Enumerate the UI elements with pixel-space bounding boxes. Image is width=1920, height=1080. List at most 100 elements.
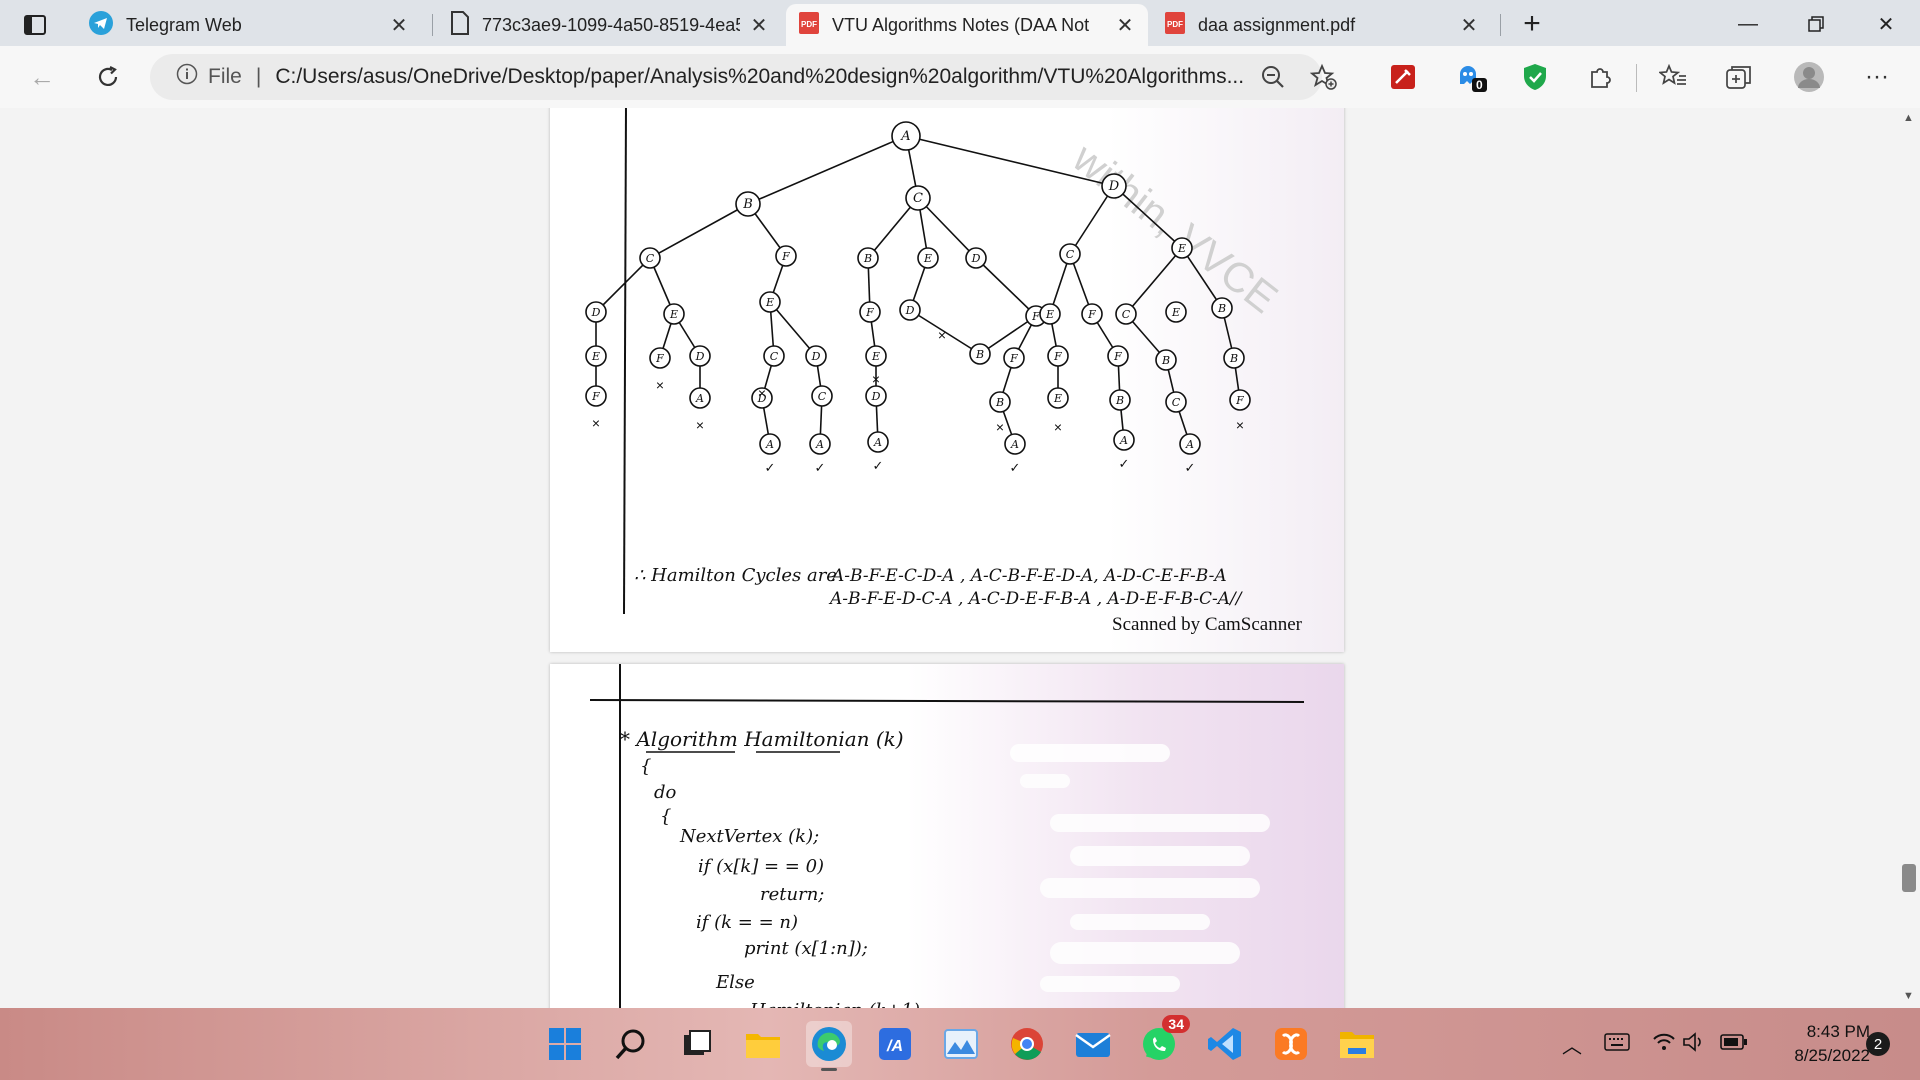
tree-node-label: B <box>975 348 984 361</box>
collections-icon[interactable] <box>1722 60 1756 94</box>
tab-daa-assignment[interactable]: PDF daa assignment.pdf ✕ <box>1152 4 1492 46</box>
scroll-down-icon[interactable]: ▼ <box>1903 990 1914 1002</box>
tree-node-label: F <box>655 352 664 365</box>
add-favorite-icon[interactable] <box>1309 63 1338 97</box>
tree-node-label: A <box>1010 438 1019 451</box>
tree-node-label: C <box>913 191 923 206</box>
search-icon[interactable] <box>608 1021 654 1067</box>
close-icon[interactable]: ✕ <box>1114 13 1136 38</box>
algorithm-page: * Algorithm Hamiltonian (k) { do { NextV… <box>550 664 1344 1008</box>
xampp-icon[interactable] <box>1268 1021 1314 1067</box>
file-explorer-icon[interactable] <box>740 1021 786 1067</box>
tree-node-label: E <box>591 350 600 363</box>
dead-end-mark: × <box>656 377 664 393</box>
wifi-icon[interactable] <box>1652 1032 1676 1057</box>
folder-app-icon[interactable] <box>1334 1021 1380 1067</box>
start-windows-icon[interactable] <box>542 1021 588 1067</box>
whatsapp-icon[interactable]: 34 <box>1136 1015 1190 1067</box>
ghostery-extension-icon[interactable]: 0 <box>1452 60 1487 94</box>
refresh-icon[interactable] <box>88 57 128 97</box>
search-tree-figure: within, VVCE AB CDC F B E D C ED EEF D F E BE F CE F D C D… <box>550 108 1344 652</box>
pdf-viewer[interactable]: within, VVCE ABCDCFBEDCEDEEFDFEBEFCEFDCD… <box>0 108 1920 1008</box>
url-text[interactable]: C:/Users/asus/OneDrive/Desktop/paper/Ana… <box>275 65 1245 89</box>
tree-node-label: A <box>1119 434 1128 447</box>
battery-icon[interactable] <box>1720 1033 1748 1055</box>
mail-icon[interactable] <box>1070 1021 1116 1067</box>
clock[interactable]: 8:43 PM 8/25/2022 <box>1760 1020 1870 1068</box>
shield-extension-icon[interactable] <box>1518 60 1552 94</box>
scroll-up-icon[interactable]: ▲ <box>1903 112 1914 124</box>
task-view-icon[interactable] <box>674 1021 720 1067</box>
close-icon[interactable]: ✕ <box>748 13 770 38</box>
tab-uuid-file[interactable]: 773c3ae9-1099-4a50-8519-4ea5 ✕ <box>438 4 782 46</box>
close-window-button[interactable]: ✕ <box>1858 4 1914 44</box>
tab-title: daa assignment.pdf <box>1198 14 1356 35</box>
tree-node-label: D <box>905 304 915 317</box>
tree-node-label: B <box>863 252 872 265</box>
vlc-or-app-icon[interactable]: /A <box>872 1021 918 1067</box>
tree-node-label: E <box>1171 306 1180 319</box>
tree-node-label: D <box>695 350 705 363</box>
edge-browser-icon[interactable] <box>806 1021 852 1071</box>
zoom-out-icon[interactable] <box>1260 64 1286 96</box>
url-separator: | <box>255 65 262 88</box>
cycle-found-mark: ✓ <box>1010 461 1021 476</box>
volume-icon[interactable] <box>1682 1031 1706 1058</box>
system-tray: ︿ <box>1562 1008 1778 1080</box>
tab-title: Telegram Web <box>126 14 242 35</box>
cycle-found-mark: ✓ <box>1185 461 1196 476</box>
telegram-icon <box>88 10 114 41</box>
tab-telegram[interactable]: Telegram Web ✕ <box>76 4 422 46</box>
tree-node-label: E <box>871 350 880 363</box>
tree-node-label: A <box>873 436 882 449</box>
tab-title: VTU Algorithms Notes (DAA Not <box>832 14 1090 35</box>
tree-node-label: E <box>1053 392 1062 405</box>
code-line: { <box>640 756 651 777</box>
svg-text:PDF: PDF <box>801 20 817 29</box>
cycles-line-2: A-B-F-E-D-C-A , A-C-D-E-F-B-A , A-D-E-F-… <box>828 589 1244 609</box>
new-tab-button[interactable]: + <box>1512 4 1552 44</box>
close-icon[interactable]: ✕ <box>388 13 410 38</box>
tree-node-label: C <box>646 252 655 265</box>
chrome-icon[interactable] <box>1004 1021 1050 1067</box>
tree-node-label: D <box>591 306 601 319</box>
tree-node-label: F <box>1009 352 1018 365</box>
clock-time: 8:43 PM <box>1806 1022 1870 1041</box>
toolbar-divider <box>1636 64 1637 92</box>
extensions-puzzle-icon[interactable] <box>1584 60 1618 94</box>
url-bar[interactable]: File | C:/Users/asus/OneDrive/Desktop/pa… <box>150 54 1337 100</box>
pdf-icon: PDF <box>798 11 820 40</box>
close-icon[interactable]: ✕ <box>1458 13 1480 38</box>
file-label: File <box>208 65 242 88</box>
notification-badge[interactable]: 2 <box>1866 1032 1890 1056</box>
more-options-icon[interactable]: ··· <box>1860 60 1894 94</box>
code-line: { <box>660 806 671 827</box>
tree-node-label: C <box>818 390 827 403</box>
back-arrow-icon[interactable]: ← <box>22 57 62 97</box>
profile-avatar-icon[interactable] <box>1792 60 1826 94</box>
scroll-thumb[interactable] <box>1902 864 1916 892</box>
tree-node-label: B <box>1217 302 1226 315</box>
tree-node-label: C <box>1066 248 1075 261</box>
vscode-icon[interactable] <box>1202 1021 1248 1067</box>
tree-node-label: B <box>1161 354 1170 367</box>
tab-separator <box>1500 14 1501 36</box>
tab-actions-icon[interactable] <box>20 10 50 40</box>
vertical-scrollbar[interactable]: ▲ ▼ <box>1898 108 1920 1008</box>
photos-icon[interactable] <box>938 1021 984 1067</box>
dead-end-mark: × <box>872 371 880 387</box>
tree-node-label: F <box>1235 394 1244 407</box>
tab-vtu-notes[interactable]: PDF VTU Algorithms Notes (DAA Not ✕ <box>786 4 1148 46</box>
tree-node-label: F <box>1113 350 1122 363</box>
minimize-button[interactable]: — <box>1720 4 1776 44</box>
pdf-icon: PDF <box>1164 11 1186 40</box>
restore-button[interactable] <box>1788 4 1844 44</box>
code-line: if (k = = n) <box>696 912 798 933</box>
site-info[interactable]: File <box>176 63 242 91</box>
pdf-tool-extension-icon[interactable] <box>1386 60 1420 94</box>
chevron-up-icon[interactable]: ︿ <box>1562 1030 1582 1059</box>
favorites-icon[interactable] <box>1656 60 1690 94</box>
extension-badge: 0 <box>1472 78 1487 92</box>
tree-node-label: E <box>923 252 932 265</box>
keyboard-icon[interactable] <box>1604 1032 1630 1056</box>
